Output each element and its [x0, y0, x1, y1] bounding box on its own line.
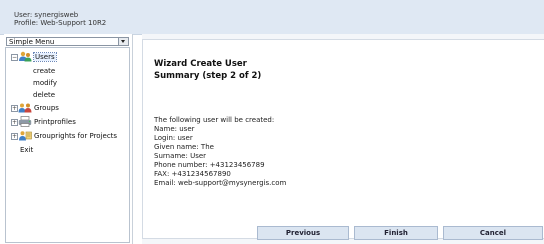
- collapse-icon[interactable]: −: [11, 54, 18, 61]
- tree-item-create[interactable]: create: [33, 67, 55, 75]
- summary-login: Login: user: [154, 134, 193, 142]
- tree-node-groups[interactable]: + Groups: [6, 102, 131, 114]
- expand-icon[interactable]: +: [11, 119, 18, 126]
- groups-icon: [18, 103, 32, 113]
- grouprights-icon: [19, 131, 32, 141]
- expand-icon[interactable]: +: [11, 105, 18, 112]
- exit-link[interactable]: Exit: [20, 146, 33, 154]
- chevron-down-icon[interactable]: [118, 38, 128, 45]
- summary-surname: Surname: User: [154, 152, 207, 160]
- summary-phone: Phone number: +43123456789: [154, 161, 265, 169]
- sidebar: Simple Menu − Users create modify delete…: [4, 34, 133, 244]
- menu-type-value: Simple Menu: [9, 38, 55, 46]
- current-user-label: User: synergisweb: [14, 11, 79, 19]
- wizard-title: Wizard Create User: [154, 59, 247, 69]
- printprofiles-icon: [18, 116, 32, 127]
- users-icon: [19, 51, 32, 62]
- cancel-button[interactable]: Cancel: [443, 226, 543, 240]
- summary-fax: FAX: +431234567890: [154, 170, 231, 178]
- tree-node-label: Grouprights for Projects: [34, 132, 118, 140]
- header-bar: User: synergisweb Profile: Web-Support 1…: [0, 0, 544, 35]
- expand-icon[interactable]: +: [11, 133, 18, 140]
- content-area: Wizard Create User Summary (step 2 of 2)…: [142, 34, 544, 244]
- summary-given-name: Given name: The: [154, 143, 214, 151]
- tree-node-printprofiles[interactable]: + Printprofiles: [6, 116, 131, 128]
- tree-node-label: Groups: [34, 104, 59, 112]
- summary-name: Name: user: [154, 125, 195, 133]
- finish-button[interactable]: Finish: [354, 226, 438, 240]
- previous-button[interactable]: Previous: [257, 226, 349, 240]
- tree-node-label: Printprofiles: [34, 118, 76, 126]
- tree-node-grouprights[interactable]: + Grouprights for Projects: [6, 130, 131, 142]
- navigation-tree: − Users create modify delete + Groups + …: [5, 47, 130, 243]
- tree-node-label: Users: [33, 52, 57, 62]
- tree-item-modify[interactable]: modify: [33, 79, 57, 87]
- menu-type-select[interactable]: Simple Menu: [6, 37, 129, 46]
- wizard-panel: Wizard Create User Summary (step 2 of 2)…: [142, 39, 544, 240]
- summary-email: Email: web-support@mysynergis.com: [154, 179, 287, 187]
- wizard-step-subtitle: Summary (step 2 of 2): [154, 71, 262, 81]
- tree-item-delete[interactable]: delete: [33, 91, 55, 99]
- current-profile-label: Profile: Web-Support 10R2: [14, 19, 107, 27]
- summary-intro: The following user will be created:: [154, 116, 275, 124]
- tree-node-users[interactable]: − Users: [6, 51, 131, 63]
